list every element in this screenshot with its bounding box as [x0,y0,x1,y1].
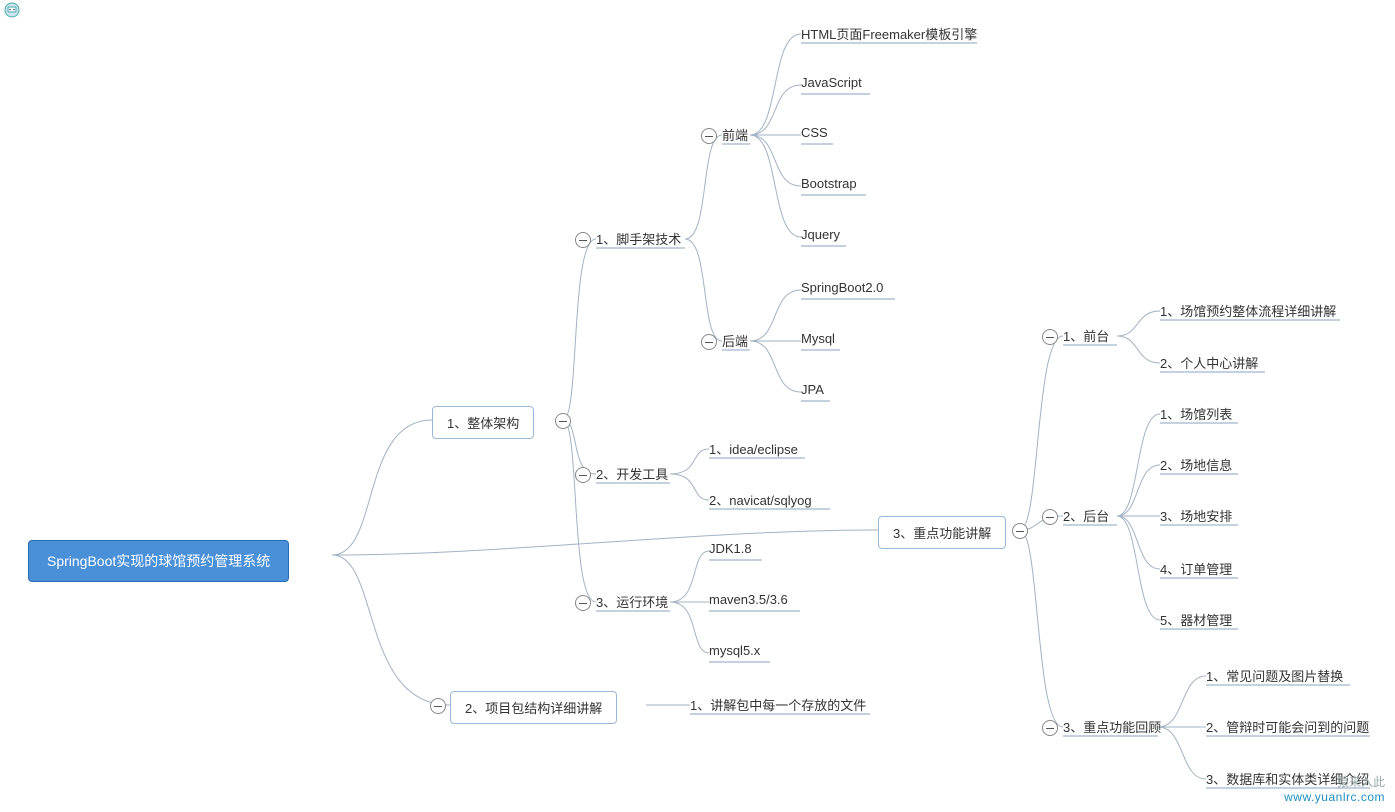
node-runtime[interactable]: 3、运行环境 [596,592,668,613]
leaf-tool-idea[interactable]: 1、idea/eclipse [709,439,798,460]
leaf-be-mysql[interactable]: Mysql [801,331,835,348]
collapse-icon[interactable] [575,232,591,248]
node-backstage[interactable]: 2、后台 [1063,506,1109,527]
collapse-icon[interactable] [430,698,446,714]
node-frontstage[interactable]: 1、前台 [1063,326,1109,347]
leaf-be-jpa[interactable]: JPA [801,382,824,399]
node-devtools[interactable]: 2、开发工具 [596,464,668,485]
node-frontend[interactable]: 前端 [722,125,748,146]
watermark-text: 猿来入此 [1284,775,1385,789]
leaf-pkg-explain[interactable]: 1、讲解包中每一个存放的文件 [690,695,866,716]
collapse-icon[interactable] [575,595,591,611]
leaf-be-springboot[interactable]: SpringBoot2.0 [801,280,883,297]
collapse-icon[interactable] [1042,509,1058,525]
leaf-k2-fieldinfo[interactable]: 2、场地信息 [1160,455,1232,476]
watermark-url: www.yuanlrc.com [1284,790,1385,804]
leaf-k2-venuelist[interactable]: 1、场馆列表 [1160,404,1232,425]
leaf-run-maven[interactable]: maven3.5/3.6 [709,592,788,609]
node-backend[interactable]: 后端 [722,331,748,352]
collapse-icon[interactable] [701,128,717,144]
node-scaffold[interactable]: 1、脚手架技术 [596,229,681,250]
leaf-run-jdk[interactable]: JDK1.8 [709,541,752,558]
leaf-k2-orders[interactable]: 4、订单管理 [1160,559,1232,580]
leaf-k2-schedule[interactable]: 3、场地安排 [1160,506,1232,527]
leaf-k1-personal[interactable]: 2、个人中心讲解 [1160,353,1258,374]
leaf-fe-jquery[interactable]: Jquery [801,227,840,244]
node-review[interactable]: 3、重点功能回顾 [1063,717,1161,738]
leaf-k3-faq[interactable]: 1、常见问题及图片替换 [1206,666,1343,687]
leaf-run-mysql[interactable]: mysql5.x [709,643,760,660]
leaf-k1-flow[interactable]: 1、场馆预约整体流程详细讲解 [1160,301,1336,322]
node-overall-arch[interactable]: 1、整体架构 [432,406,534,439]
collapse-icon[interactable] [555,413,571,429]
collapse-icon[interactable] [1042,329,1058,345]
mascot-icon [0,0,24,24]
leaf-fe-js[interactable]: JavaScript [801,75,862,92]
leaf-tool-navicat[interactable]: 2、navicat/sqlyog [709,490,812,511]
collapse-icon[interactable] [1042,720,1058,736]
leaf-k2-equipment[interactable]: 5、器材管理 [1160,610,1232,631]
leaf-fe-css[interactable]: CSS [801,125,828,142]
collapse-icon[interactable] [575,467,591,483]
watermark: 猿来入此 www.yuanlrc.com [1284,775,1385,804]
collapse-icon[interactable] [1012,523,1028,539]
leaf-fe-bootstrap[interactable]: Bootstrap [801,176,857,193]
node-package-structure[interactable]: 2、项目包结构详细讲解 [450,691,617,724]
root-node[interactable]: SpringBoot实现的球馆预约管理系统 [28,540,289,582]
collapse-icon[interactable] [701,334,717,350]
leaf-fe-html[interactable]: HTML页面Freemaker模板引擎 [801,24,977,45]
node-key-features[interactable]: 3、重点功能讲解 [878,516,1006,549]
leaf-k3-defense[interactable]: 2、管辩时可能会问到的问题 [1206,717,1369,738]
